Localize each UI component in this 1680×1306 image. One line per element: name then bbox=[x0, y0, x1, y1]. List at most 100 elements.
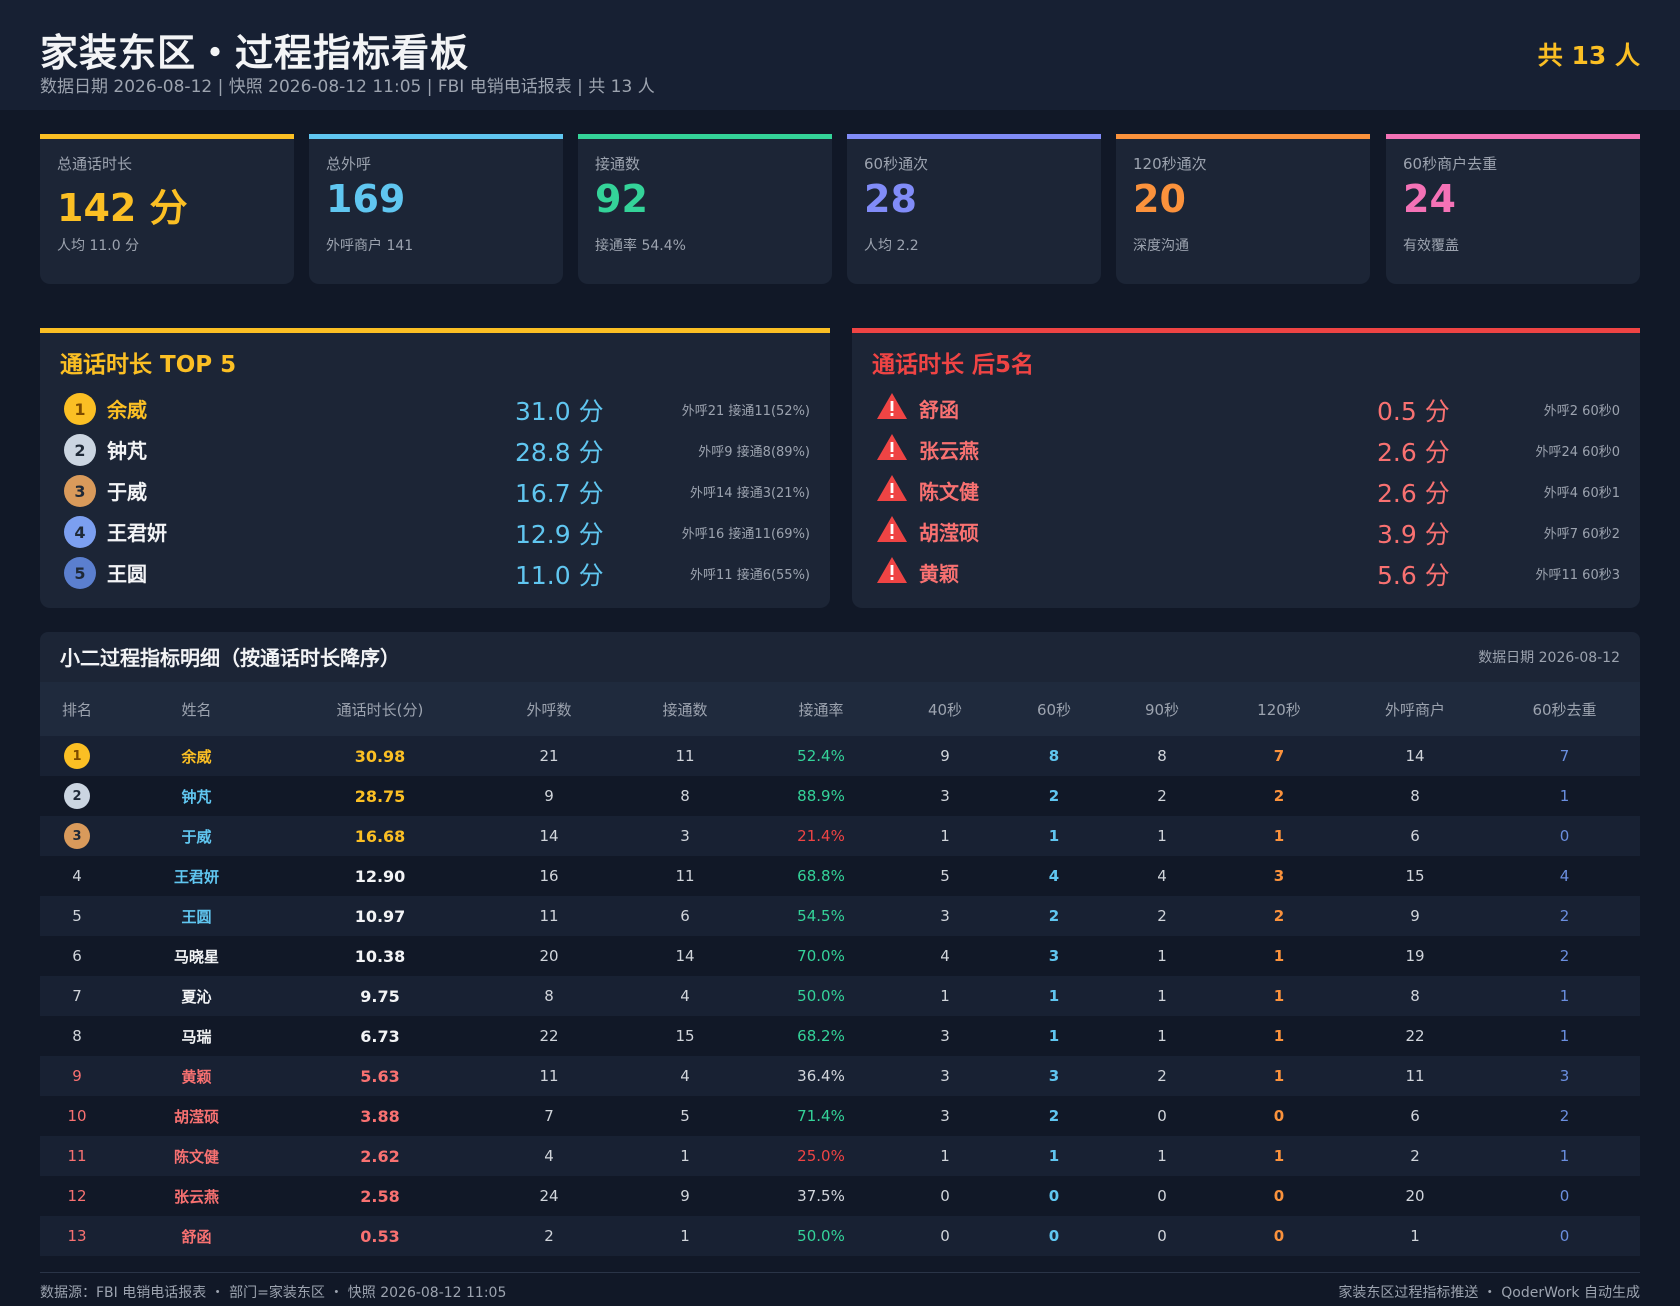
duration-value: 5.6 分 bbox=[1377, 561, 1450, 590]
calls-cell: 16 bbox=[539, 867, 559, 885]
s40-cell: 4 bbox=[940, 947, 950, 965]
table-row: 13 舒函 0.53 2 1 50.0% 0 0 0 0 1 0 bbox=[40, 1216, 1640, 1256]
s90-cell: 0 bbox=[1157, 1227, 1167, 1245]
table-row: 3 于威 16.68 14 3 21.4% 1 1 1 1 6 0 bbox=[40, 816, 1640, 856]
table-row: 4 王君妍 12.90 16 11 68.8% 5 4 4 3 15 4 bbox=[40, 856, 1640, 896]
staff-name: 王圆 bbox=[107, 562, 147, 586]
column-header[interactable]: 60秒去重 bbox=[1489, 682, 1640, 736]
rate-cell: 25.0% bbox=[797, 1147, 845, 1165]
rank-badge: 4 bbox=[64, 516, 96, 548]
column-header[interactable]: 外呼数 bbox=[481, 682, 617, 736]
connected-cell: 6 bbox=[680, 907, 690, 925]
rank-cell: 11 bbox=[67, 1147, 87, 1165]
warning-icon bbox=[877, 516, 907, 542]
dedup-cell: 3 bbox=[1559, 1067, 1570, 1085]
kpi-sub: 外呼商户 141 bbox=[326, 238, 414, 254]
dedup-cell: 0 bbox=[1559, 1187, 1570, 1205]
bottom5-item: 陈文健 2.6 分 外呼4 60秒1 bbox=[872, 470, 1620, 510]
rank-badge: 1 bbox=[64, 743, 90, 769]
s60-cell: 2 bbox=[1048, 1107, 1060, 1125]
call-summary: 外呼11 60秒3 bbox=[1535, 568, 1621, 583]
column-header[interactable]: 排名 bbox=[40, 682, 114, 736]
page-title: 家装东区・过程指标看板 bbox=[40, 31, 470, 75]
table-row: 5 王圆 10.97 11 6 54.5% 3 2 2 2 9 2 bbox=[40, 896, 1640, 936]
kpi-label: 60秒通次 bbox=[864, 155, 929, 173]
duration-cell: 9.75 bbox=[360, 986, 400, 1006]
rank-cell: 10 bbox=[67, 1107, 87, 1125]
rate-cell: 52.4% bbox=[797, 747, 845, 765]
rate-cell: 50.0% bbox=[797, 987, 845, 1005]
staff-name: 于威 bbox=[107, 480, 147, 504]
top5-title: 通话时长 TOP 5 bbox=[60, 352, 237, 378]
s40-cell: 5 bbox=[940, 867, 950, 885]
s90-cell: 1 bbox=[1157, 827, 1167, 845]
table-row: 12 张云燕 2.58 24 9 37.5% 0 0 0 0 20 0 bbox=[40, 1176, 1640, 1216]
kpi-sub: 人均 2.2 bbox=[864, 238, 919, 254]
name-cell: 王君妍 bbox=[173, 867, 219, 886]
s90-cell: 1 bbox=[1157, 947, 1167, 965]
name-cell: 马瑞 bbox=[181, 1027, 212, 1046]
rank-badge: 1 bbox=[64, 393, 96, 425]
connected-cell: 4 bbox=[680, 1067, 690, 1085]
duration-value: 31.0 分 bbox=[515, 397, 604, 426]
column-header[interactable]: 通话时长(分) bbox=[279, 682, 481, 736]
s120-cell: 0 bbox=[1273, 1227, 1285, 1245]
call-summary: 外呼14 接通3(21%) bbox=[690, 486, 810, 501]
s120-cell: 1 bbox=[1273, 1147, 1285, 1165]
column-header[interactable]: 90秒 bbox=[1107, 682, 1217, 736]
column-header[interactable]: 60秒 bbox=[1001, 682, 1107, 736]
kpi-card-total-duration: 总通话时长 142 分 人均 11.0 分 bbox=[40, 134, 294, 284]
column-header[interactable]: 外呼商户 bbox=[1341, 682, 1489, 736]
s120-cell: 1 bbox=[1273, 987, 1285, 1005]
calls-cell: 9 bbox=[544, 787, 554, 805]
column-header[interactable]: 120秒 bbox=[1217, 682, 1341, 736]
kpi-sub: 深度沟通 bbox=[1133, 238, 1189, 254]
duration-cell: 3.88 bbox=[360, 1106, 400, 1126]
name-cell: 张云燕 bbox=[173, 1187, 219, 1206]
name-cell: 夏沁 bbox=[181, 987, 212, 1006]
rank-cell: 1 bbox=[40, 736, 114, 776]
merchants-cell: 22 bbox=[1405, 1027, 1425, 1045]
merchants-cell: 9 bbox=[1410, 907, 1420, 925]
name-cell: 钟芃 bbox=[181, 787, 212, 806]
s60-cell: 1 bbox=[1048, 1147, 1060, 1165]
column-header[interactable]: 40秒 bbox=[889, 682, 1001, 736]
rate-cell: 88.9% bbox=[797, 787, 845, 805]
column-header[interactable]: 姓名 bbox=[114, 682, 279, 736]
s40-cell: 9 bbox=[940, 747, 950, 765]
staff-name: 陈文健 bbox=[919, 480, 979, 504]
connected-cell: 15 bbox=[675, 1027, 695, 1045]
merchants-cell: 11 bbox=[1405, 1067, 1425, 1085]
connected-cell: 3 bbox=[680, 827, 690, 845]
rate-cell: 36.4% bbox=[797, 1067, 845, 1085]
kpi-card-120s-calls: 120秒通次 20 深度沟通 bbox=[1116, 134, 1370, 284]
staff-name: 王君妍 bbox=[107, 521, 167, 545]
staff-name: 舒函 bbox=[919, 398, 959, 422]
duration-cell: 2.62 bbox=[360, 1146, 400, 1166]
headcount-badge: 共 13 人 bbox=[1537, 41, 1640, 70]
bottom5-panel: 通话时长 后5名 舒函 0.5 分 外呼2 60秒0 张云燕 2.6 分 外呼24 60秒… bbox=[852, 328, 1640, 608]
merchants-cell: 14 bbox=[1405, 747, 1425, 765]
dedup-cell: 2 bbox=[1559, 947, 1570, 965]
s60-cell: 1 bbox=[1048, 987, 1060, 1005]
rate-cell: 54.5% bbox=[797, 907, 845, 925]
s120-cell: 0 bbox=[1273, 1107, 1285, 1125]
rank-badge: 2 bbox=[64, 434, 96, 466]
column-header[interactable]: 接通率 bbox=[753, 682, 889, 736]
duration-value: 12.9 分 bbox=[515, 520, 604, 549]
column-header[interactable]: 接通数 bbox=[617, 682, 753, 736]
call-summary: 外呼11 接通6(55%) bbox=[690, 568, 810, 583]
s60-cell: 2 bbox=[1048, 787, 1060, 805]
connected-cell: 14 bbox=[675, 947, 695, 965]
duration-value: 16.7 分 bbox=[515, 479, 604, 508]
kpi-row: 总通话时长 142 分 人均 11.0 分 总外呼 169 外呼商户 141 接… bbox=[40, 134, 1640, 284]
s60-cell: 1 bbox=[1048, 1027, 1060, 1045]
calls-cell: 11 bbox=[539, 1067, 559, 1085]
footer-source: 数据源：FBI 电销电话报表 ・ 部门=家装东区 ・ 快照 2026-08-12… bbox=[40, 1285, 507, 1301]
name-cell: 陈文健 bbox=[173, 1147, 219, 1166]
staff-name: 钟芃 bbox=[107, 439, 147, 463]
warning-icon bbox=[877, 557, 907, 583]
top5-item: 1 余威 31.0 分 外呼21 接通11(52%) bbox=[60, 388, 810, 428]
duration-cell: 12.90 bbox=[354, 866, 406, 886]
connected-cell: 1 bbox=[680, 1147, 690, 1165]
